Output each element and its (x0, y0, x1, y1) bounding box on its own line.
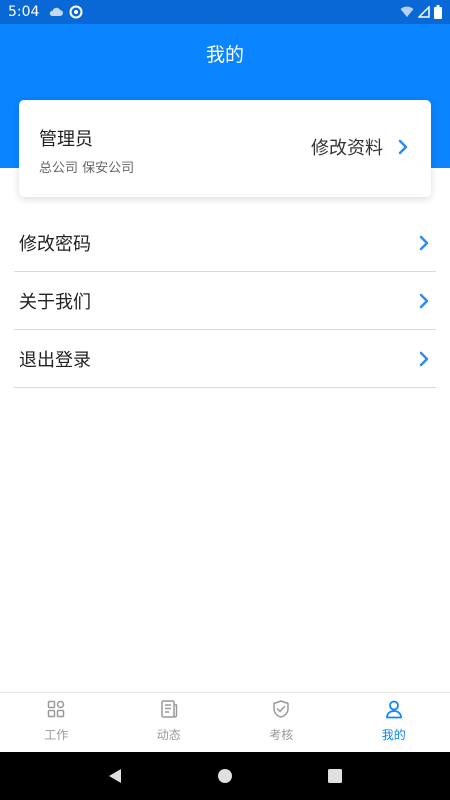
page-title: 我的 (205, 44, 244, 66)
tab-news[interactable]: 动态 (113, 693, 226, 752)
menu-item-label: 关于我们 (19, 291, 91, 313)
home-icon (218, 769, 232, 783)
tab-label: 动态 (156, 728, 181, 742)
profile-card: 管理员 总公司 保安公司 修改资料 (19, 100, 431, 197)
tab-label: 我的 (381, 728, 406, 742)
tab-mine[interactable]: 我的 (338, 693, 450, 752)
back-icon (109, 769, 121, 783)
menu-item-about-us[interactable]: 关于我们 (14, 272, 436, 330)
menu-item-logout[interactable]: 退出登录 (14, 330, 436, 388)
user-icon (385, 700, 402, 719)
menu-list: 修改密码 关于我们 退出登录 (14, 214, 436, 388)
home-button[interactable] (205, 756, 245, 796)
chevron-right-icon (398, 139, 408, 155)
menu-item-change-password[interactable]: 修改密码 (14, 214, 436, 272)
status-icons-left (49, 5, 83, 19)
status-time: 5:04 (8, 4, 40, 20)
tab-assessment[interactable]: 考核 (225, 693, 338, 752)
chevron-right-icon (419, 293, 429, 308)
cloud-icon (50, 7, 64, 16)
wifi-icon (400, 6, 414, 17)
edit-profile-button[interactable]: 修改资料 (311, 134, 409, 160)
signal-icon (418, 6, 430, 18)
chevron-right-icon (419, 351, 429, 366)
tab-bar: 工作 动态 考核 我的 (0, 692, 450, 752)
shield-check-icon (273, 700, 289, 718)
menu-item-label: 修改密码 (19, 233, 91, 255)
status-icons-right (400, 5, 442, 19)
news-icon (161, 700, 177, 718)
grid-icon (48, 700, 65, 718)
status-bar: 5:04 (0, 0, 450, 24)
recents-button[interactable] (315, 756, 355, 796)
battery-icon (434, 5, 442, 19)
tab-label: 考核 (269, 728, 294, 742)
profile-org: 总公司 保安公司 (39, 161, 135, 176)
recents-icon (328, 769, 342, 783)
tab-work[interactable]: 工作 (0, 693, 113, 752)
chevron-right-icon (419, 235, 429, 250)
sync-icon (69, 5, 83, 19)
back-button[interactable] (95, 756, 135, 796)
menu-item-label: 退出登录 (19, 349, 91, 371)
profile-name: 管理员 (39, 129, 93, 150)
tab-label: 工作 (44, 728, 69, 742)
edit-profile-label: 修改资料 (311, 138, 383, 159)
system-nav-bar (0, 752, 450, 800)
